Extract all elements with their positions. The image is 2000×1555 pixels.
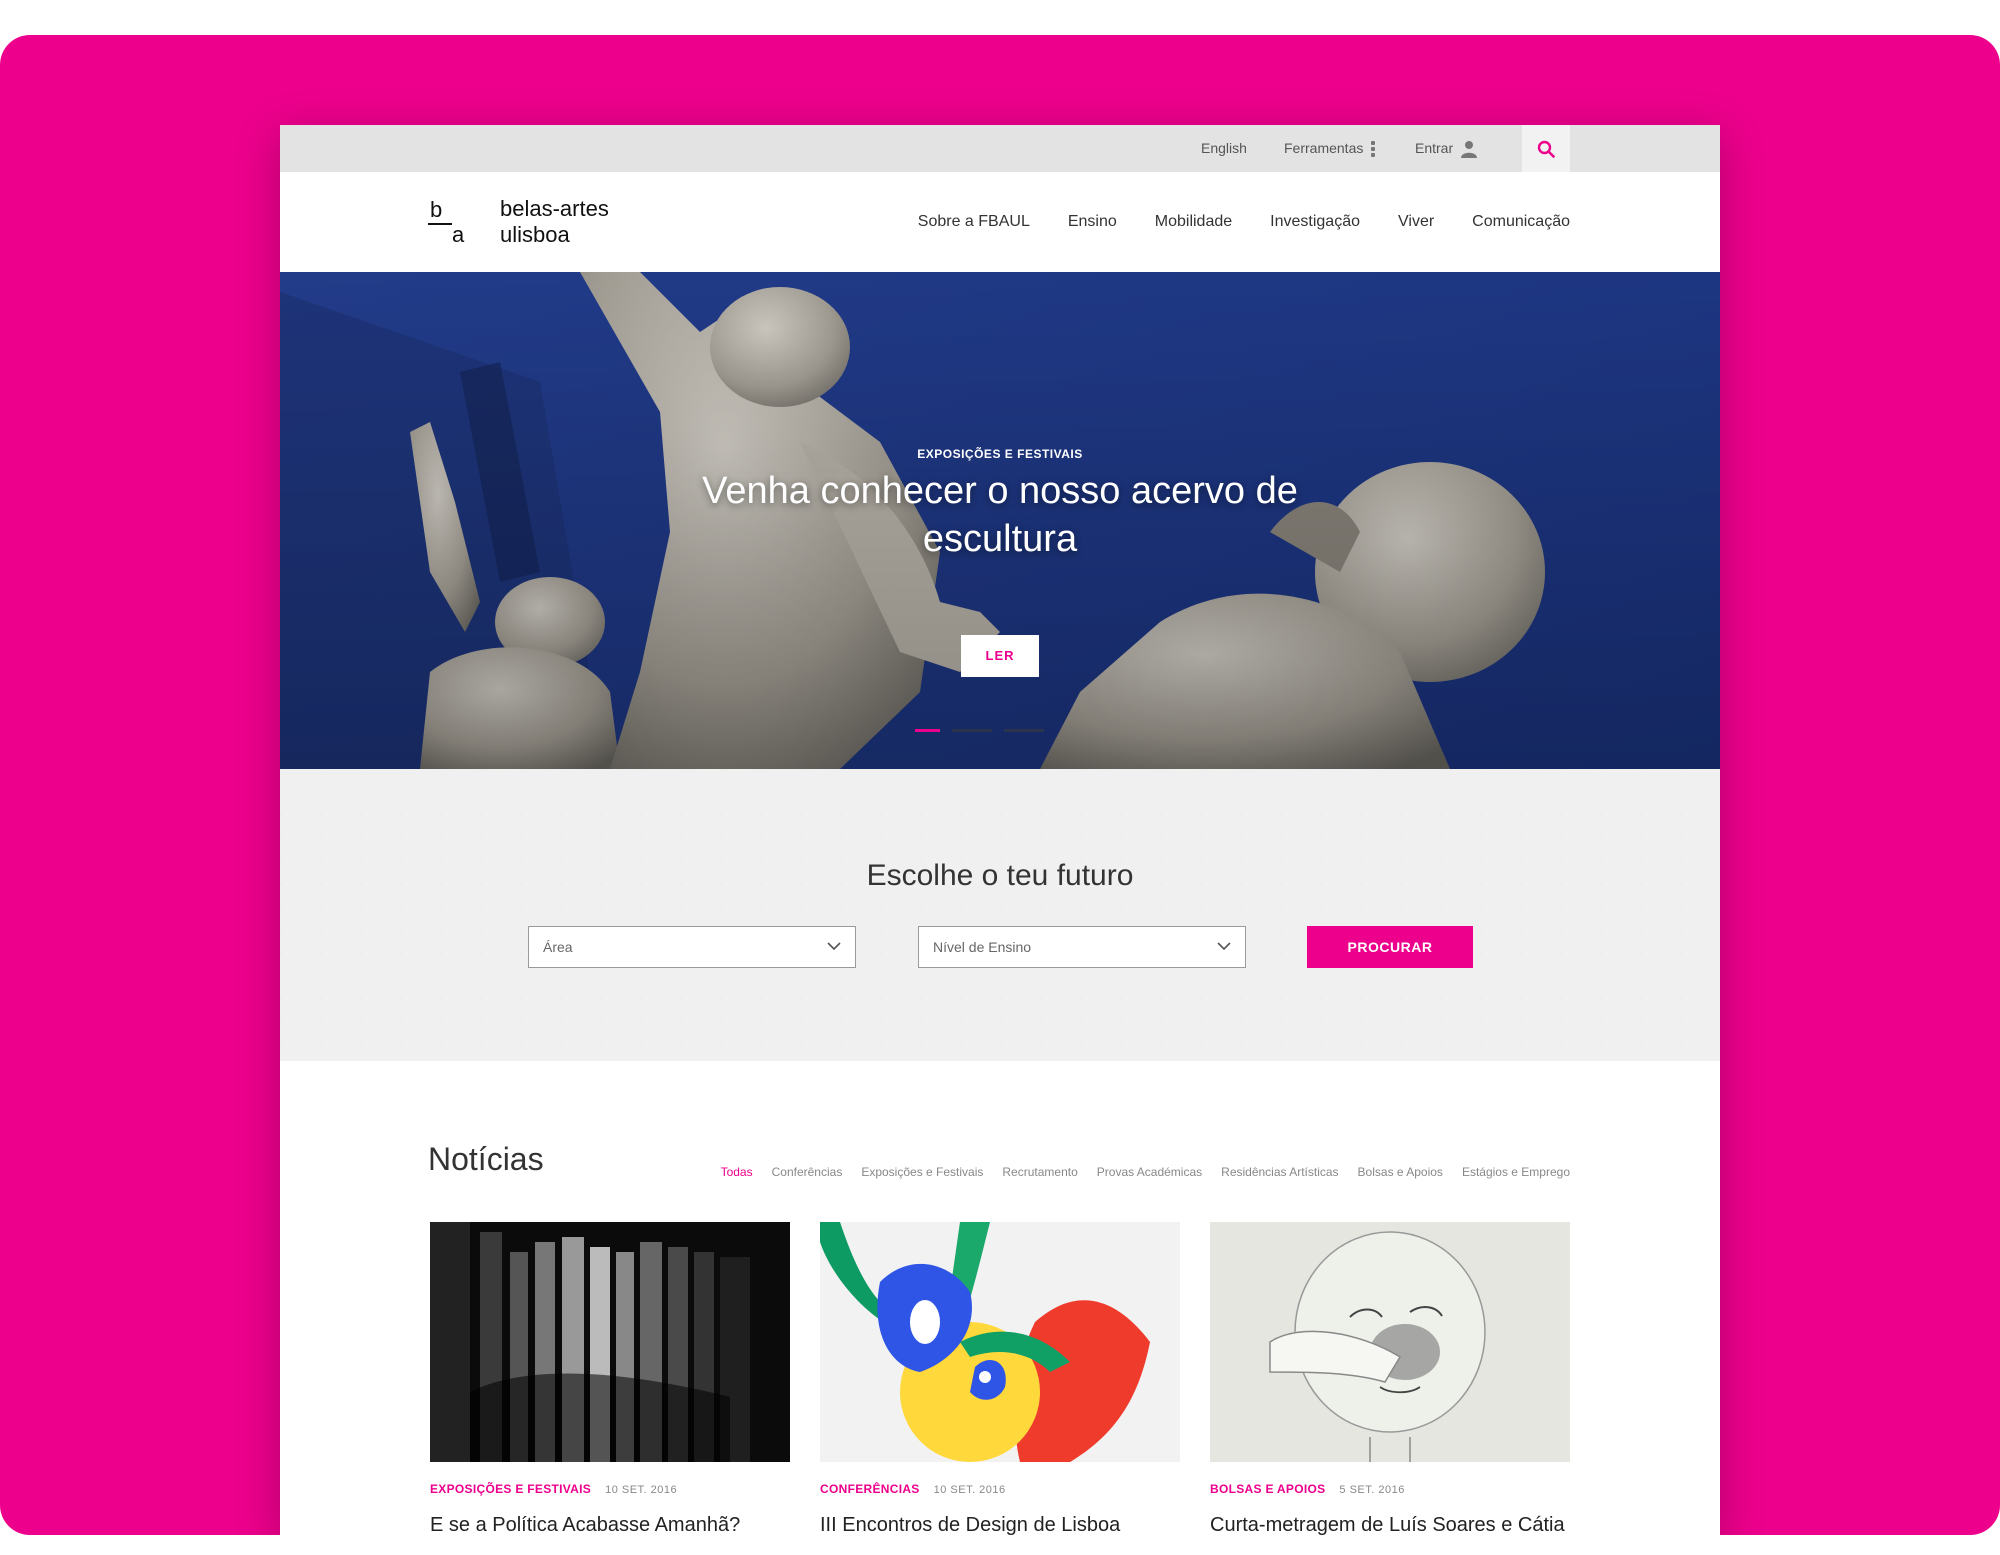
- chevron-down-icon: [827, 942, 841, 951]
- search-courses-button[interactable]: PROCURAR: [1307, 926, 1473, 968]
- news-image-exhibition[interactable]: [430, 1222, 790, 1462]
- level-select[interactable]: Nível de Ensino: [918, 926, 1246, 968]
- news-category[interactable]: CONFERÊNCIAS: [820, 1482, 920, 1496]
- logo-divider: [428, 223, 452, 225]
- logo-text-line1: belas-artes: [500, 196, 609, 221]
- filter-residencias[interactable]: Residências Artísticas: [1221, 1165, 1338, 1179]
- slider-dot-1[interactable]: [915, 729, 940, 732]
- filter-exposicoes[interactable]: Exposições e Festivais: [861, 1165, 983, 1179]
- news-category[interactable]: EXPOSIÇÕES E FESTIVAIS: [430, 1482, 591, 1496]
- news-headline[interactable]: III Encontros de Design de Lisboa: [820, 1514, 1180, 1535]
- news-date: 5 SET. 2016: [1339, 1484, 1405, 1496]
- tools-menu[interactable]: Ferramentas: [1284, 125, 1376, 172]
- hero-read-button[interactable]: LER: [961, 635, 1039, 677]
- news-card: EXPOSIÇÕES E FESTIVAIS 10 SET. 2016 E se…: [430, 1222, 790, 1535]
- course-finder-title: Escolhe o teu futuro: [866, 859, 1134, 892]
- area-select-value: Área: [543, 939, 573, 955]
- tools-label: Ferramentas: [1284, 140, 1364, 156]
- nav-item-viver[interactable]: Viver: [1398, 213, 1434, 231]
- news-filters: Todas Conferências Exposições e Festivai…: [721, 1165, 1570, 1179]
- nav-item-mobilidade[interactable]: Mobilidade: [1155, 213, 1232, 231]
- logo-mark[interactable]: b a: [428, 197, 468, 247]
- hero-title: Venha conhecer o nosso acervo de escultu…: [702, 470, 1298, 560]
- nav-item-investigacao[interactable]: Investigação: [1270, 213, 1360, 231]
- logo-text-line2: ulisboa: [500, 222, 570, 247]
- slider-dot-2[interactable]: [952, 729, 992, 732]
- filter-bolsas[interactable]: Bolsas e Apoios: [1358, 1165, 1443, 1179]
- news-date: 10 SET. 2016: [605, 1484, 678, 1496]
- filter-recrutamento[interactable]: Recrutamento: [1002, 1165, 1077, 1179]
- news-headline[interactable]: E se a Política Acabasse Amanhã?: [430, 1514, 790, 1535]
- filter-estagios[interactable]: Estágios e Emprego: [1462, 1165, 1570, 1179]
- search-icon: [1537, 140, 1555, 158]
- filter-provas[interactable]: Provas Académicas: [1097, 1165, 1202, 1179]
- course-finder: Escolhe o teu futuro Área Nível de Ensin…: [280, 769, 1720, 1061]
- nav-item-sobre[interactable]: Sobre a FBAUL: [918, 213, 1030, 231]
- main-nav: Sobre a FBAUL Ensino Mobilidade Investig…: [918, 172, 1570, 272]
- user-icon: [1461, 140, 1478, 158]
- login-link[interactable]: Entrar: [1415, 125, 1478, 172]
- news-image-conference[interactable]: [820, 1222, 1180, 1462]
- hero-slider: EXPOSIÇÕES E FESTIVAIS Venha conhecer o …: [280, 272, 1720, 769]
- logo-letter-b: b: [430, 197, 443, 222]
- hero-category: EXPOSIÇÕES E FESTIVAIS: [917, 447, 1083, 461]
- news-card: BOLSAS E APOIOS 5 SET. 2016 Curta-metrag…: [1210, 1222, 1570, 1535]
- news-card: CONFERÊNCIAS 10 SET. 2016 III Encontros …: [820, 1222, 1180, 1535]
- pink-background-frame: English Ferramentas Entrar b a belas-art…: [0, 35, 2000, 1535]
- news-headline[interactable]: Curta-metragem de Luís Soares e Cátia: [1210, 1514, 1570, 1535]
- news-image-drawing[interactable]: [1210, 1222, 1570, 1462]
- nav-item-comunicacao[interactable]: Comunicação: [1472, 213, 1570, 231]
- slider-dot-3[interactable]: [1004, 729, 1044, 732]
- website-screenshot: English Ferramentas Entrar b a belas-art…: [280, 125, 1720, 1535]
- news-date: 10 SET. 2016: [933, 1484, 1006, 1496]
- chevron-down-icon: [1217, 942, 1231, 951]
- site-header: b a belas-artes ulisboa Sobre a FBAUL En…: [280, 172, 1720, 272]
- news-title: Notícias: [428, 1141, 544, 1177]
- news-category[interactable]: BOLSAS E APOIOS: [1210, 1482, 1325, 1496]
- language-label: English: [1201, 140, 1247, 156]
- search-button[interactable]: [1522, 125, 1570, 172]
- login-label: Entrar: [1415, 140, 1454, 156]
- filter-todas[interactable]: Todas: [721, 1165, 753, 1179]
- news-section: Notícias Todas Conferências Exposições e…: [280, 1061, 1720, 1535]
- nav-item-ensino[interactable]: Ensino: [1068, 213, 1117, 231]
- logo-text[interactable]: belas-artes ulisboa: [500, 196, 609, 248]
- slider-pagination: [915, 729, 1044, 732]
- language-link[interactable]: English: [1201, 125, 1247, 172]
- dots-vertical-icon: [1371, 140, 1376, 157]
- area-select[interactable]: Área: [528, 926, 856, 968]
- utility-bar: English Ferramentas Entrar: [280, 125, 1720, 172]
- filter-conferencias[interactable]: Conferências: [772, 1165, 843, 1179]
- level-select-value: Nível de Ensino: [933, 939, 1032, 955]
- logo-letter-a: a: [452, 222, 465, 247]
